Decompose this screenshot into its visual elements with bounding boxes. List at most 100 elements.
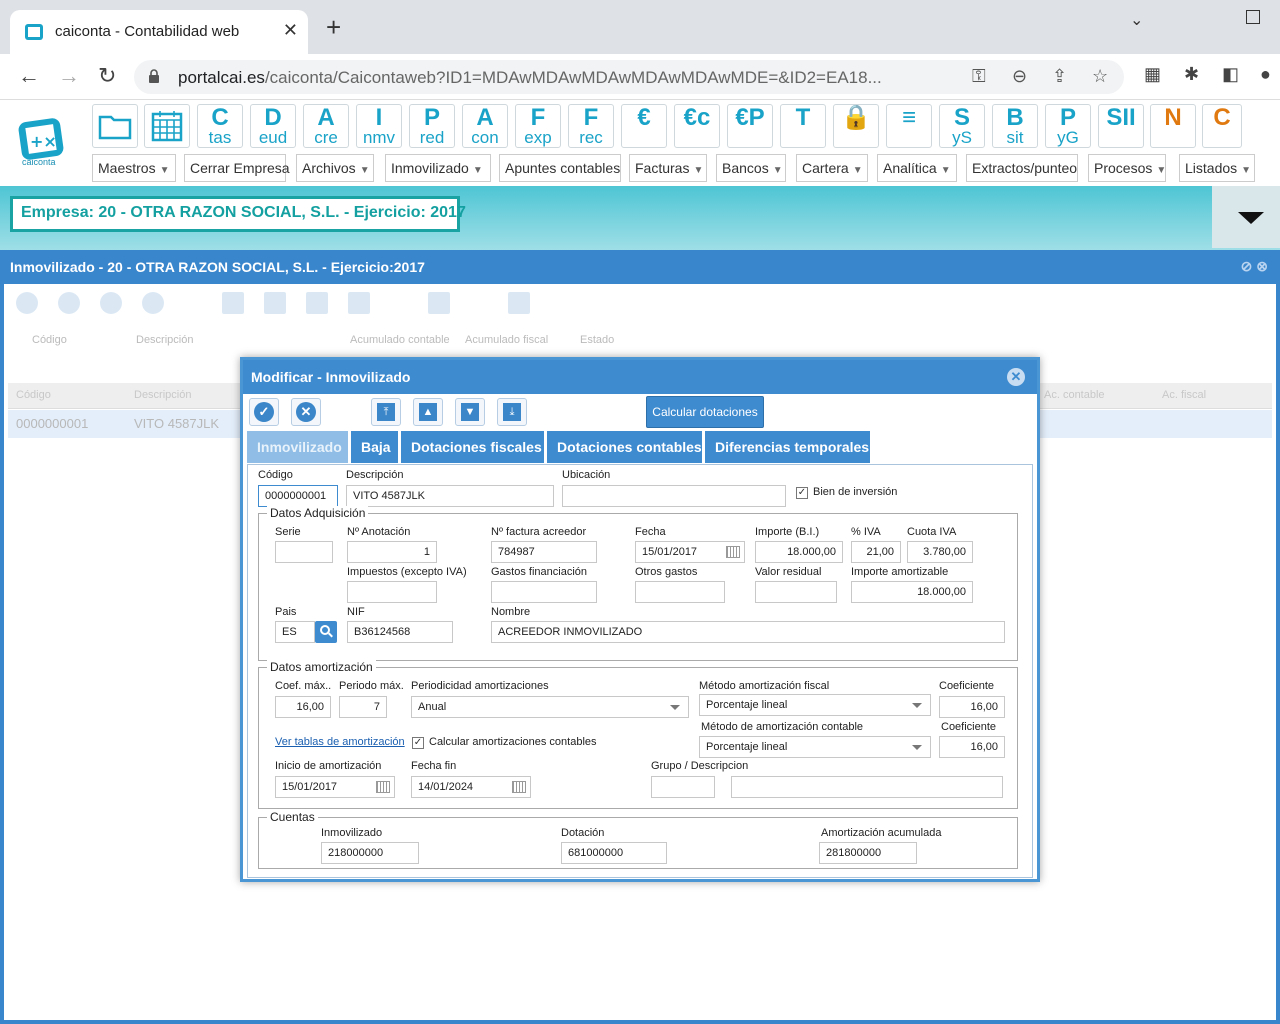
tab-inmovilizado[interactable]: Inmovilizado [247,431,349,463]
column-header[interactable]: Ac. fiscal [1162,389,1206,401]
factura-input[interactable]: 784987 [491,541,597,563]
menu-facturas[interactable]: Facturas ▼ [629,154,707,182]
perdidas-ganancias-icon[interactable]: PyG [1045,104,1091,148]
bg-tool-icon[interactable] [348,292,370,314]
bg-tool-icon[interactable] [222,292,244,314]
periodo-max-input[interactable]: 7 [339,696,387,718]
grupo-descripcion-input[interactable] [731,776,1003,798]
coef-contable-input[interactable]: 16,00 [939,736,1005,758]
predefinidos-icon[interactable]: Pred [409,104,455,148]
profile-icon[interactable]: ● [1260,64,1271,85]
importe-input[interactable]: 18.000,00 [755,541,843,563]
accept-button[interactable]: ✓ [249,398,279,426]
bg-tool-icon[interactable] [100,292,122,314]
nombre-input[interactable]: ACREEDOR INMOVILIZADO [491,621,1005,643]
periodicidad-select[interactable]: Anual [411,696,689,718]
grupo-input[interactable] [651,776,715,798]
n-icon[interactable]: N [1150,104,1196,148]
menu-maestros[interactable]: Maestros ▼ [92,154,176,182]
facturas-expedidas-icon[interactable]: Fexp [515,104,561,148]
impuestos-input[interactable] [347,581,437,603]
browser-tab[interactable]: caiconta - Contabilidad web ✕ [10,10,308,54]
valor-residual-input[interactable] [755,581,837,603]
omnibox[interactable]: portalcai.es/caiconta/Caicontaweb?ID1=MD… [134,60,1124,94]
column-header[interactable]: Código [16,389,51,401]
codigo-input[interactable]: 0000000001 [258,485,338,507]
importe-amortizable-input[interactable]: 18.000,00 [851,581,973,603]
acreedores-icon[interactable]: Acre [303,104,349,148]
first-record-button[interactable]: ⤒ [371,398,401,426]
ver-tablas-link[interactable]: Ver tablas de amortización [275,736,405,748]
anotacion-input[interactable]: 1 [347,541,437,563]
list-icon[interactable]: ≡ [886,104,932,148]
cuenta-inmovilizado-input[interactable]: 218000000 [321,842,419,864]
bookmark-star-icon[interactable]: ☆ [1092,66,1108,87]
cobros-icon[interactable]: €c [674,104,720,148]
menu-procesos[interactable]: Procesos ▼ [1088,154,1166,182]
next-record-button[interactable]: ▼ [455,398,485,426]
side-panel-icon[interactable]: ◧ [1222,64,1239,85]
calendar-icon[interactable] [376,781,390,793]
previous-record-button[interactable]: ▲ [413,398,443,426]
bg-tool-icon[interactable] [264,292,286,314]
forward-icon[interactable]: → [58,64,80,88]
extensions-icon[interactable]: ✱ [1184,64,1199,85]
cuenta-dotacion-input[interactable]: 681000000 [561,842,667,864]
menu-cartera[interactable]: Cartera ▼ [796,154,868,182]
bg-tool-icon[interactable] [16,292,38,314]
menu-cerrar-empresa[interactable]: Cerrar Empresa [184,154,290,182]
menu-extractos-punteo[interactable]: Extractos/punteo [966,154,1078,182]
gastos-financiacion-input[interactable] [491,581,597,603]
metodo-contable-select[interactable]: Porcentaje lineal [699,736,931,758]
coef-fiscal-input[interactable]: 16,00 [939,696,1005,718]
calendar-icon[interactable] [144,104,190,148]
sii-icon[interactable]: SII [1098,104,1144,148]
tab-close-icon[interactable]: ✕ [283,20,298,41]
inmovilizado-icon[interactable]: Inmv [356,104,402,148]
zoom-icon[interactable]: ⊖ [1012,66,1027,87]
print-icon[interactable] [428,292,450,314]
money-bag-icon[interactable]: € [621,104,667,148]
tab-dotaciones-fiscales[interactable]: Dotaciones fiscales [401,431,545,463]
deudores-icon[interactable]: Deud [250,104,296,148]
last-record-button[interactable]: ⤓ [497,398,527,426]
fecha-input[interactable]: 15/01/2017 [635,541,745,563]
folder-icon[interactable] [92,104,138,148]
bien-inversion-checkbox[interactable]: ✓ [796,487,808,499]
serie-input[interactable] [275,541,333,563]
restore-icon[interactable]: ⊘ [1241,258,1253,274]
close-icon[interactable]: ⊗ [1256,258,1268,274]
bg-tool-icon[interactable] [306,292,328,314]
nif-input[interactable]: B36124568 [347,621,453,643]
close-icon[interactable]: ✕ [1007,368,1025,386]
search-pais-button[interactable] [315,621,337,643]
balance-situacion-icon[interactable]: Bsit [992,104,1038,148]
cuenta-amort-input[interactable]: 281800000 [819,842,917,864]
export-icon[interactable] [508,292,530,314]
metodo-fiscal-select[interactable]: Porcentaje lineal [699,694,931,716]
cuota-input[interactable]: 3.780,00 [907,541,973,563]
tab-search-chevron-icon[interactable]: ⌄ [1130,10,1143,30]
tab-dotaciones-contables[interactable]: Dotaciones contables [547,431,703,463]
reload-icon[interactable]: ↻ [98,64,116,88]
new-tab-icon[interactable]: + [326,14,341,40]
debe-haber-icon[interactable]: T [780,104,826,148]
menu-apuntes-contables[interactable]: Apuntes contables [499,154,621,182]
menu-archivos[interactable]: Archivos ▼ [296,154,374,182]
cancel-button[interactable]: ✕ [291,398,321,426]
ubicacion-input[interactable] [562,485,786,507]
menu-listados[interactable]: Listados ▼ [1179,154,1255,182]
calcular-contables-checkbox[interactable]: ✓ [412,737,424,749]
calendar-icon[interactable] [726,546,740,558]
c-icon[interactable]: C [1202,104,1242,148]
calendar-icon[interactable] [512,781,526,793]
descripcion-input[interactable]: VITO 4587JLK [346,485,554,507]
fecha-fin-input[interactable]: 14/01/2024 [411,776,531,798]
tab-diferencias-temporales[interactable]: Diferencias temporales [705,431,871,463]
calcular-dotaciones-button[interactable]: Calcular dotaciones [646,396,764,428]
maximize-icon[interactable] [1246,10,1260,24]
lock-icon[interactable]: 🔒 [833,104,879,148]
apuntes-icon[interactable]: Acon [462,104,508,148]
column-header[interactable]: Descripción [134,389,191,401]
facturas-recibidas-icon[interactable]: Frec [568,104,614,148]
